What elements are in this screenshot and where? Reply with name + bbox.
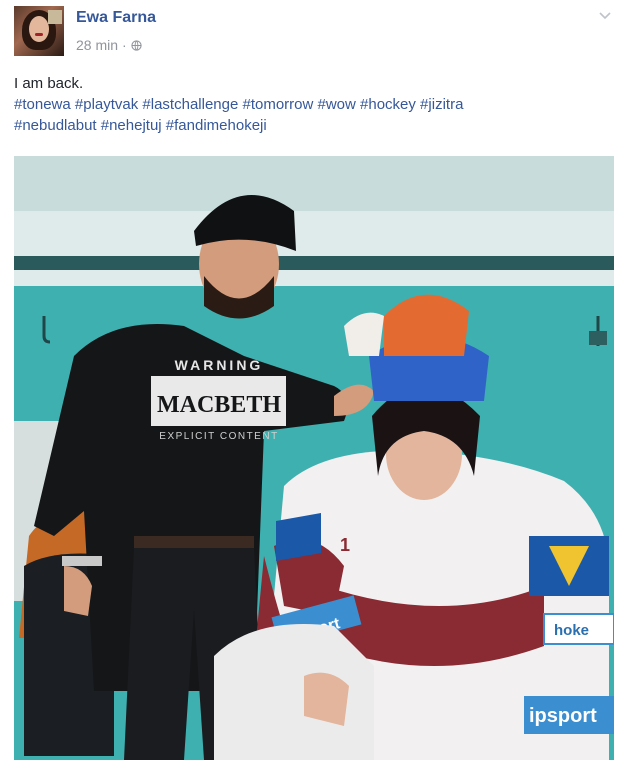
jersey-number: 1 <box>340 535 350 555</box>
shoulder-logo <box>276 513 321 561</box>
wristband <box>62 556 102 566</box>
post-timestamp[interactable]: 28 min <box>76 37 118 53</box>
jersey-front-sponsor: ipsport <box>529 705 597 727</box>
ceiling <box>14 156 614 211</box>
meta-separator: · <box>122 37 127 53</box>
author-name[interactable]: Ewa Farna <box>76 9 156 27</box>
shirt-print-line-1: WARNING <box>175 357 264 373</box>
globe-icon <box>131 39 142 51</box>
author-avatar[interactable] <box>14 6 64 56</box>
shelf <box>14 256 614 270</box>
post-message: I am back. <box>14 75 84 92</box>
post-text: I am back. #tonewa #playtvak #lastchalle… <box>14 73 604 136</box>
post-meta: 28 min · <box>76 37 142 53</box>
avatar-badge <box>48 10 62 24</box>
facebook-post: Ewa Farna 28 min · I am back. #tonewa #p… <box>0 0 620 773</box>
avatar-face <box>29 16 49 42</box>
upper-wall <box>14 211 614 291</box>
photo-illustration: WARNING MACBETH EXPLICIT CONTENT ipsport… <box>14 156 614 760</box>
avatar-lips <box>35 33 43 36</box>
shirt-print-line-2: MACBETH <box>157 392 281 418</box>
jersey-hoke-text: hoke <box>554 622 589 639</box>
post-photo[interactable]: WARNING MACBETH EXPLICIT CONTENT ipsport… <box>14 156 614 760</box>
belt <box>134 536 254 550</box>
shirt-print-line-3: EXPLICIT CONTENT <box>159 431 278 442</box>
goalie-pad <box>214 624 374 760</box>
hook-plate <box>589 331 607 345</box>
hashtags-line-2[interactable]: #nebudlabut #nehejtuj #fandimehokeji <box>14 115 604 136</box>
hashtags-line-1[interactable]: #tonewa #playtvak #lastchallenge #tomorr… <box>14 94 604 115</box>
chevron-down-icon[interactable] <box>598 8 612 22</box>
